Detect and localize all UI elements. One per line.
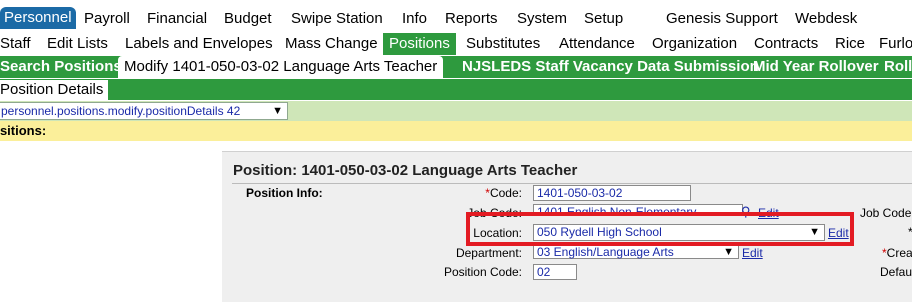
right-create-label-wrap: *Crea (882, 246, 912, 260)
sub-menu-attendance[interactable]: Attendance (559, 35, 635, 52)
code-label-wrap: *Code: (474, 186, 522, 200)
sub-menu-organization[interactable]: Organization (652, 35, 737, 52)
department-label: Department: (455, 246, 522, 260)
sub-menu-rice[interactable]: Rice (835, 35, 865, 52)
detail-tabs-bar: Position Details (0, 79, 912, 100)
position-info-label: Position Info: (246, 186, 323, 200)
tab-rollo[interactable]: Rollo (884, 58, 912, 75)
top-menu-genesis-support[interactable]: Genesis Support (666, 10, 778, 27)
sub-menu-bar: Staff Edit Lists Labels and Envelopes Ma… (0, 33, 912, 55)
top-menu-budget[interactable]: Budget (224, 10, 272, 27)
page-select[interactable]: personnel.positions.modify.positionDetai… (0, 102, 288, 120)
right-default-label: Defau (880, 265, 912, 279)
location-highlight-box (466, 212, 854, 246)
sub-menu-mass-change[interactable]: Mass Change (285, 35, 378, 52)
top-menu-bar: Personnel Payroll Financial Budget Swipe… (0, 7, 912, 30)
sub-menu-positions[interactable]: Positions (383, 33, 456, 55)
right-job-code-label: Job Code (860, 206, 912, 220)
department-value: 03 English/Language Arts (537, 245, 674, 259)
sub-menu-furlo[interactable]: Furlo (879, 35, 912, 52)
top-menu-system[interactable]: System (517, 10, 567, 27)
top-menu-webdesk[interactable]: Webdesk (795, 10, 857, 27)
position-code-value: 02 (537, 265, 551, 279)
position-code-input[interactable]: 02 (533, 264, 577, 280)
department-select[interactable]: 03 English/Language Arts ▼ (533, 244, 739, 259)
top-menu-personnel[interactable]: Personnel (0, 7, 76, 29)
chevron-down-icon: ▼ (272, 105, 283, 117)
top-menu-payroll[interactable]: Payroll (84, 10, 130, 27)
position-code-label: Position Code: (443, 265, 522, 279)
tab-modify-position[interactable]: Modify 1401-050-03-02 Language Arts Teac… (118, 56, 444, 78)
sub-menu-contracts[interactable]: Contracts (754, 35, 818, 52)
tab-position-details[interactable]: Position Details (0, 80, 109, 100)
panel-title: Position: 1401-050-03-02 Language Arts T… (233, 162, 578, 179)
tab-mid-year-rollover[interactable]: Mid Year Rollover (753, 58, 879, 75)
right-create-label: Crea (886, 246, 912, 260)
code-input[interactable]: 1401-050-03-02 (533, 185, 691, 201)
sub-menu-staff[interactable]: Staff (0, 35, 31, 52)
panel-divider (232, 183, 912, 184)
tab-njsleds-vacancy[interactable]: NJSLEDS Staff Vacancy Data Submission (462, 58, 759, 75)
department-edit-link[interactable]: Edit (742, 246, 763, 260)
code-label: Code: (489, 186, 522, 200)
positions-header-bar: ositions: (0, 121, 912, 141)
sub-menu-edit-lists[interactable]: Edit Lists (47, 35, 108, 52)
top-menu-financial[interactable]: Financial (147, 10, 207, 27)
sub-menu-labels-envelopes[interactable]: Labels and Envelopes (125, 35, 273, 52)
chevron-down-icon: ▼ (723, 246, 734, 258)
sub-menu-substitutes[interactable]: Substitutes (466, 35, 540, 52)
code-input-value: 1401-050-03-02 (537, 186, 623, 200)
page-select-value: personnel.positions.modify.positionDetai… (1, 104, 241, 118)
top-menu-info[interactable]: Info (402, 10, 427, 27)
positions-header-label: ositions: (0, 123, 47, 138)
position-tabs-bar: Search Positions Modify 1401-050-03-02 L… (0, 56, 912, 78)
right-required-marker: * (908, 225, 912, 239)
top-menu-reports[interactable]: Reports (445, 10, 498, 27)
top-menu-swipe-station[interactable]: Swipe Station (291, 10, 383, 27)
page-select-bar: personnel.positions.modify.positionDetai… (0, 101, 912, 121)
top-menu-setup[interactable]: Setup (584, 10, 623, 27)
tab-search-positions[interactable]: Search Positions (0, 58, 122, 75)
